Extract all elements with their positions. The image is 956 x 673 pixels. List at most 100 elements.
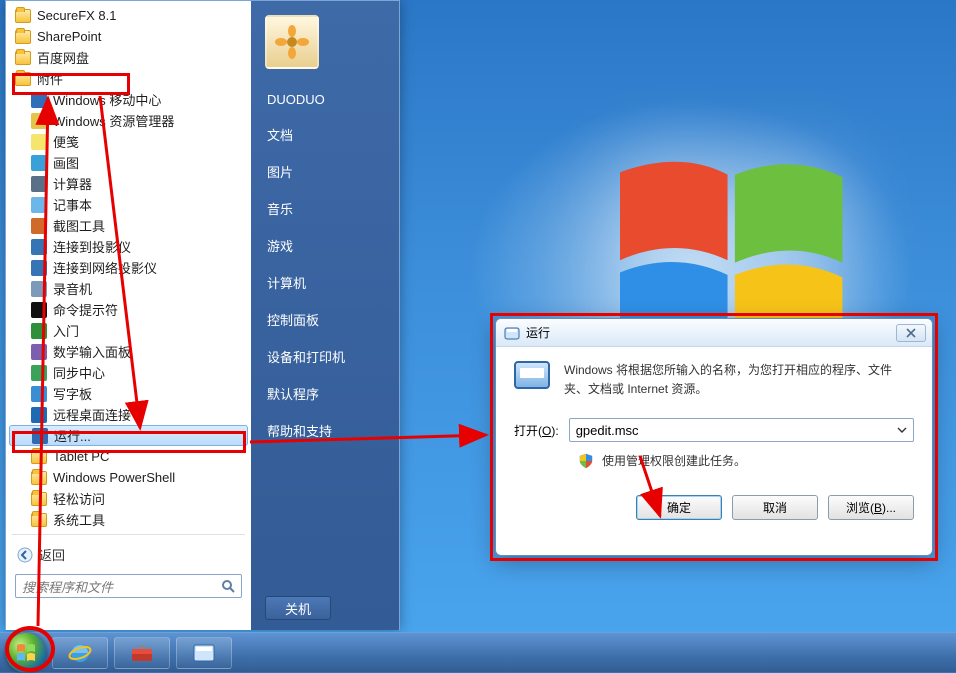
open-value: gpedit.msc (576, 423, 639, 438)
app-icon (31, 155, 47, 171)
start-menu-right-item[interactable]: 图片 (251, 153, 399, 190)
start-menu-left-pane: SecureFX 8.1 SharePoint 百度网盘附件 Windows 移动中心… (6, 1, 251, 630)
start-menu-item-label: 运行... (54, 426, 91, 445)
search-placeholder: 搜索程序和文件 (22, 577, 113, 596)
start-menu-item[interactable]: Windows 资源管理器 (9, 110, 248, 131)
folder-icon (15, 72, 31, 86)
start-menu-item[interactable]: 写字板 (9, 383, 248, 404)
folder-icon (15, 9, 31, 23)
start-menu-right-item[interactable]: 默认程序 (251, 375, 399, 412)
start-menu-item-label: 百度网盘 (37, 48, 89, 67)
start-menu-item[interactable]: 计算器 (9, 173, 248, 194)
taskbar-ie-button[interactable] (52, 637, 108, 669)
start-menu-item-label: 轻松访问 (53, 489, 105, 508)
close-button[interactable] (896, 324, 926, 342)
start-menu-item[interactable]: 连接到投影仪 (9, 236, 248, 257)
start-menu-item-label: 记事本 (53, 195, 92, 214)
start-menu-item[interactable]: 百度网盘 (9, 47, 248, 68)
folder-icon (15, 51, 31, 65)
start-menu-item-label: Windows 资源管理器 (53, 111, 174, 130)
cancel-button[interactable]: 取消 (732, 495, 818, 520)
app-icon (31, 407, 47, 423)
back-button[interactable]: 返回 (9, 539, 248, 570)
start-menu-item[interactable]: Tablet PC (9, 446, 248, 467)
start-menu-item-label: Tablet PC (53, 449, 109, 464)
search-row: 搜索程序和文件 (9, 570, 248, 604)
start-menu-item[interactable]: 附件 (9, 68, 248, 89)
start-menu: SecureFX 8.1 SharePoint 百度网盘附件 Windows 移动中心… (5, 0, 400, 630)
start-menu-item[interactable]: 便笺 (9, 131, 248, 152)
flower-icon (273, 23, 311, 61)
right-item-label: 控制面板 (267, 313, 319, 328)
right-item-label: 图片 (267, 165, 293, 180)
taskbar-explorer-button[interactable] (176, 637, 232, 669)
start-menu-item[interactable]: 入门 (9, 320, 248, 341)
open-label: 打开(O): (514, 422, 559, 439)
start-menu-right-item[interactable]: 文档 (251, 116, 399, 153)
right-item-label: 游戏 (267, 239, 293, 254)
app-icon (31, 260, 47, 276)
run-title-icon (504, 326, 520, 340)
start-menu-item-label: 连接到投影仪 (53, 237, 131, 256)
start-menu-item-label: 入门 (53, 321, 79, 340)
start-menu-item-label: 附件 (37, 69, 63, 88)
start-menu-item[interactable]: 运行... (9, 425, 248, 446)
start-menu-item[interactable]: 远程桌面连接 (9, 404, 248, 425)
start-menu-item-label: 同步中心 (53, 363, 105, 382)
shutdown-button[interactable]: 关机 (265, 596, 331, 620)
start-menu-right-item[interactable]: DUODUO (251, 83, 399, 116)
start-menu-item-label: 写字板 (53, 384, 92, 403)
back-label: 返回 (39, 545, 65, 564)
ok-button[interactable]: 确定 (636, 495, 722, 520)
user-picture[interactable] (265, 15, 319, 69)
back-arrow-icon (17, 547, 33, 563)
start-menu-right-item[interactable]: 控制面板 (251, 301, 399, 338)
start-menu-item[interactable]: 系统工具 (9, 509, 248, 530)
start-menu-item[interactable]: 连接到网络投影仪 (9, 257, 248, 278)
start-menu-item[interactable]: SharePoint (9, 26, 248, 47)
start-menu-item[interactable]: 记事本 (9, 194, 248, 215)
start-menu-item-label: Windows 移动中心 (53, 90, 161, 109)
right-item-label: 音乐 (267, 202, 293, 217)
right-item-label: 默认程序 (267, 387, 319, 402)
start-menu-item-label: 数学输入面板 (53, 342, 131, 361)
start-menu-item-label: 计算器 (53, 174, 92, 193)
start-menu-item-label: SharePoint (37, 29, 101, 44)
app-icon (32, 428, 48, 444)
start-menu-item[interactable]: 同步中心 (9, 362, 248, 383)
right-item-label: 计算机 (267, 276, 306, 291)
start-menu-right-item[interactable]: 帮助和支持 (251, 412, 399, 449)
start-menu-item[interactable]: 数学输入面板 (9, 341, 248, 362)
search-icon (221, 579, 235, 593)
app-icon (31, 344, 47, 360)
start-menu-right-item[interactable]: 设备和打印机 (251, 338, 399, 375)
start-menu-item[interactable]: 画图 (9, 152, 248, 173)
folder-icon (15, 30, 31, 44)
start-menu-item[interactable]: SecureFX 8.1 (9, 5, 248, 26)
start-menu-item[interactable]: 录音机 (9, 278, 248, 299)
start-menu-item[interactable]: 命令提示符 (9, 299, 248, 320)
windows-flag-icon (15, 642, 37, 664)
start-button[interactable] (6, 633, 46, 673)
search-input[interactable]: 搜索程序和文件 (15, 574, 242, 598)
start-menu-item[interactable]: Windows 移动中心 (9, 89, 248, 110)
app-icon (31, 176, 47, 192)
taskbar-toolbox-button[interactable] (114, 637, 170, 669)
start-menu-item[interactable]: Windows PowerShell (9, 467, 248, 488)
start-menu-right-item[interactable]: 游戏 (251, 227, 399, 264)
folder-icon (31, 450, 47, 464)
app-icon (31, 92, 47, 108)
start-menu-item-label: 画图 (53, 153, 79, 172)
start-menu-item-label: 录音机 (53, 279, 92, 298)
right-item-label: 设备和打印机 (267, 350, 345, 365)
run-dialog-titlebar[interactable]: 运行 (496, 319, 932, 347)
browse-button[interactable]: 浏览(B)... (828, 495, 914, 520)
start-menu-right-item[interactable]: 音乐 (251, 190, 399, 227)
start-menu-right-item[interactable]: 计算机 (251, 264, 399, 301)
open-combobox[interactable]: gpedit.msc (569, 418, 914, 442)
start-menu-item[interactable]: 截图工具 (9, 215, 248, 236)
start-menu-item-label: 远程桌面连接 (53, 405, 131, 424)
start-menu-item[interactable]: 轻松访问 (9, 488, 248, 509)
start-menu-item-label: SecureFX 8.1 (37, 8, 117, 23)
start-menu-item-label: 截图工具 (53, 216, 105, 235)
